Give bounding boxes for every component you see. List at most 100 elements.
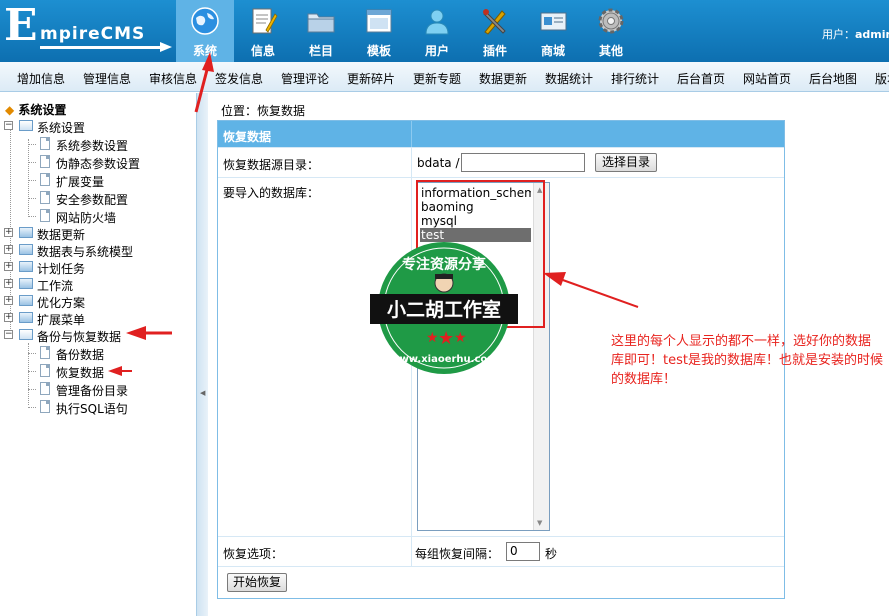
logo-underline	[40, 46, 162, 49]
nav-label: 商城	[540, 44, 565, 58]
page-icon	[40, 137, 50, 150]
menu-admin-map[interactable]: 后台地图	[809, 70, 857, 87]
sidebar-group-label: 数据更新	[37, 228, 86, 242]
nav-template[interactable]: 模板	[350, 0, 408, 62]
table-row-submit	[218, 567, 784, 598]
source-dir-input[interactable]	[461, 153, 585, 172]
nav-label: 信息	[250, 44, 275, 58]
settings-icon: ◆	[5, 103, 15, 117]
collapse-arrow-icon[interactable]: ◀	[200, 389, 205, 397]
expand-icon[interactable]: +	[4, 228, 13, 237]
user-info: 用户：admin	[822, 26, 889, 42]
choose-dir-button[interactable]: 选择目录	[595, 153, 657, 172]
watermark-url: www.xiaoerhu.com	[390, 354, 497, 365]
sidebar-title: ◆ 系统设置	[5, 101, 66, 118]
nav-shop[interactable]: 商城	[524, 0, 582, 62]
sidebar: ◆ 系统设置 − 系统设置 系统参数设置 伪静态参数设置 扩展变量 安全参数配置…	[0, 93, 196, 616]
menu-data-stats[interactable]: 数据统计	[545, 70, 593, 87]
menu-rank-stats[interactable]: 排行统计	[611, 70, 659, 87]
tools-icon	[483, 9, 506, 35]
sidebar-group-label: 优化方案	[37, 296, 86, 310]
page-icon	[40, 209, 50, 222]
source-dir-prefix: bdata /	[417, 156, 460, 170]
nav-label: 插件	[482, 44, 507, 58]
sidebar-item-label: 安全参数配置	[56, 193, 129, 207]
restore-options-label: 恢复选项：	[223, 547, 284, 561]
watermark-stamp: 专注资源分享 小二胡工作室 ★ ★ ★ www.xiaoerhu.com	[370, 242, 518, 374]
interval-input[interactable]: 0	[506, 542, 540, 561]
menu-site-home[interactable]: 网站首页	[743, 70, 791, 87]
sidebar-item-label: 恢复数据	[56, 366, 105, 380]
sidebar-item-label: 伪静态参数设置	[56, 157, 141, 171]
user-label: 用户：	[822, 28, 855, 41]
expand-icon[interactable]: +	[4, 313, 13, 322]
tree-branch	[28, 353, 36, 354]
tree-branch	[28, 162, 36, 163]
column-divider	[411, 148, 412, 177]
tree-branch	[28, 144, 36, 145]
scroll-down-icon[interactable]: ▼	[537, 519, 542, 527]
table-title: 恢复数据	[223, 130, 272, 144]
menu-add-info[interactable]: 增加信息	[17, 70, 65, 87]
page-icon	[40, 400, 50, 413]
nav-system[interactable]: 系统	[176, 0, 234, 62]
menu-sign-info[interactable]: 签发信息	[215, 70, 263, 87]
nav-info[interactable]: 信息	[234, 0, 292, 62]
window-icon	[366, 9, 392, 33]
sidebar-splitter[interactable]: ◀	[196, 93, 208, 616]
nav-other[interactable]: 其他	[582, 0, 640, 62]
nav-label: 用户	[424, 44, 449, 58]
card-icon	[540, 12, 567, 31]
user-name[interactable]: admin	[855, 28, 889, 41]
logo-arrowhead	[160, 42, 172, 52]
table-row-restore-options: 恢复选项： 每组恢复间隔： 秒	[218, 537, 784, 567]
sidebar-group-label: 工作流	[37, 279, 74, 293]
start-restore-button[interactable]: 开始恢复	[227, 573, 287, 592]
menu-update-topic[interactable]: 更新专题	[413, 70, 461, 87]
collapse-icon[interactable]: −	[4, 330, 13, 339]
tree-guide-line	[28, 139, 29, 217]
expand-icon[interactable]: +	[4, 245, 13, 254]
collapse-icon[interactable]: −	[4, 121, 13, 130]
folder-open-icon	[19, 120, 33, 131]
folder-open-icon	[19, 329, 33, 340]
quick-menu-bar: 增加信息 管理信息 审核信息 签发信息 管理评论 更新碎片 更新专题 数据更新 …	[0, 62, 889, 92]
tree-branch	[28, 198, 36, 199]
folder-icon	[307, 13, 335, 33]
menu-manage-info[interactable]: 管理信息	[83, 70, 131, 87]
sidebar-item-label: 网站防火墙	[56, 211, 117, 225]
nav-column[interactable]: 栏目	[292, 0, 350, 62]
column-divider	[411, 121, 412, 147]
menu-review-info[interactable]: 审核信息	[149, 70, 197, 87]
folder-icon	[19, 278, 33, 289]
logo-text: mpireCMS	[40, 24, 146, 44]
breadcrumb: 位置：恢复数据	[221, 104, 306, 118]
globe-icon	[191, 7, 219, 35]
empirecms-logo[interactable]: E mpireCMS	[4, 4, 174, 56]
nav-user[interactable]: 用户	[408, 0, 466, 62]
nav-plugin[interactable]: 插件	[466, 0, 524, 62]
expand-icon[interactable]: +	[4, 296, 13, 305]
menu-admin-home[interactable]: 后台首页	[677, 70, 725, 87]
top-header: E mpireCMS 系统 信息 栏目 模板 用户 插件 商城 其他 用户：ad…	[0, 0, 889, 62]
menu-update-fragment[interactable]: 更新碎片	[347, 70, 395, 87]
expand-icon[interactable]: +	[4, 262, 13, 271]
sidebar-group-label: 系统设置	[37, 121, 86, 135]
sidebar-item-label: 系统参数设置	[56, 139, 129, 153]
table-header-row: 恢复数据	[218, 121, 784, 148]
menu-manage-comment[interactable]: 管理评论	[281, 70, 329, 87]
menu-update-data[interactable]: 数据更新	[479, 70, 527, 87]
column-divider	[411, 537, 412, 566]
watermark-top-text: 专注资源分享	[402, 256, 486, 273]
nav-label: 栏目	[308, 44, 333, 58]
tree-branch	[28, 216, 36, 217]
menu-version[interactable]: 版本	[875, 70, 889, 87]
user-icon	[425, 9, 449, 35]
page-icon	[40, 191, 50, 204]
tree-branch	[28, 407, 36, 408]
sidebar-group-label: 备份与恢复数据	[37, 330, 122, 344]
expand-icon[interactable]: +	[4, 279, 13, 288]
sidebar-group-label: 扩展菜单	[37, 313, 86, 327]
star-icon: ★	[426, 330, 439, 346]
page-icon	[40, 364, 50, 377]
